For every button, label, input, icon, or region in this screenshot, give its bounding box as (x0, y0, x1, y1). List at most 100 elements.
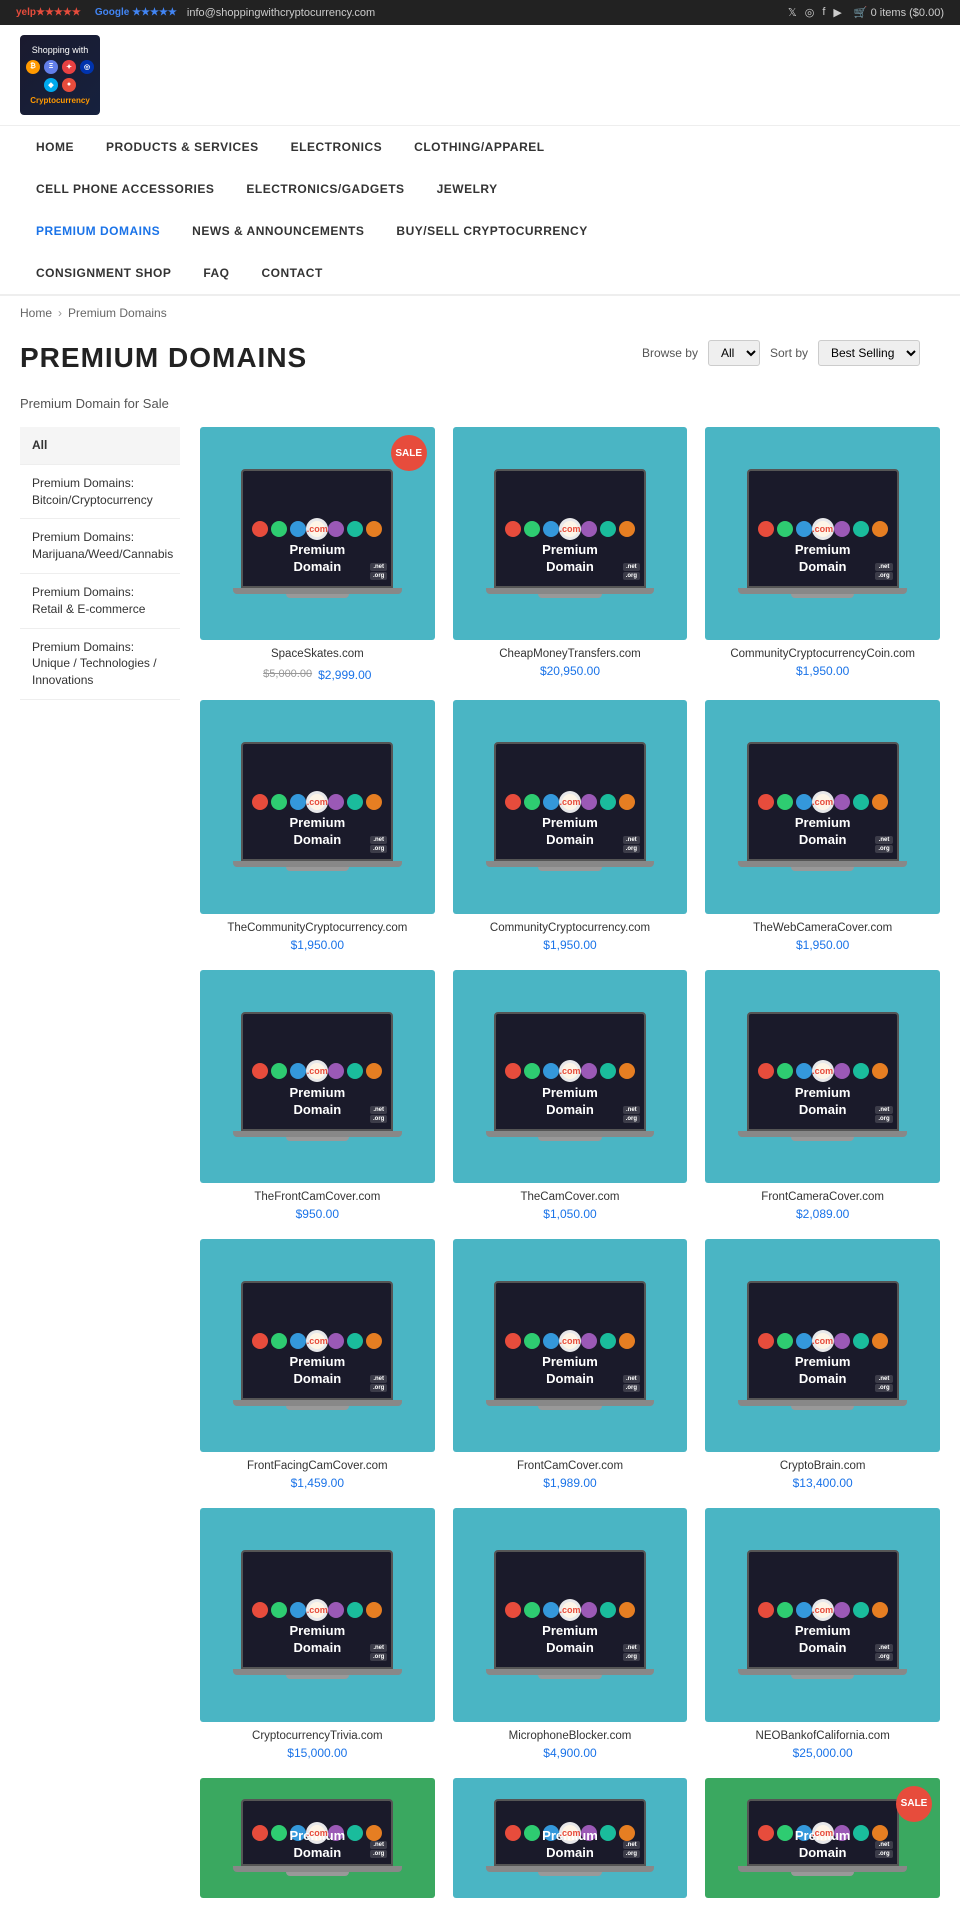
page-title: PREMIUM DOMAINS (20, 342, 307, 374)
site-logo[interactable]: Shopping with ₿ Ξ ✦ ◎ ◆ ● Cryptocurrency (20, 35, 100, 115)
product-grid: SALE .com .net .org PremiumDomain SpaceS… (200, 427, 940, 1898)
nav-products[interactable]: PRODUCTS & SERVICES (90, 126, 275, 168)
nav-cell-phone[interactable]: CELL PHONE ACCESSORIES (20, 168, 230, 210)
sidebar-item-marijuana[interactable]: Premium Domains: Marijuana/Weed/Cannabis (20, 519, 180, 574)
top-bar-right: 𝕏 ◎ f ▶ 🛒 0 items ($0.00) (788, 6, 944, 19)
circle-2 (290, 1063, 306, 1079)
circle-6 (366, 1063, 382, 1079)
sidebar-item-bitcoin[interactable]: Premium Domains: Bitcoin/Cryptocurrency (20, 465, 180, 520)
laptop-illustration: .com .net .org PremiumDomain (212, 1519, 423, 1711)
product-name: FrontCamCover.com (453, 1460, 688, 1472)
nav-electronics-gadgets[interactable]: ELECTRONICS/GADGETS (230, 168, 420, 210)
sidebar-item-retail[interactable]: Premium Domains: Retail & E-commerce (20, 574, 180, 629)
product-price: $950.00 (200, 1207, 435, 1221)
product-card[interactable]: .com .net .org PremiumDomain CommunityCr… (705, 427, 940, 682)
product-name: FrontCameraCover.com (705, 1191, 940, 1203)
facebook-icon[interactable]: f (822, 6, 825, 19)
laptop-illustration: .com .net .org PremiumDomain (464, 711, 675, 903)
product-card[interactable]: .com .net .org PremiumDomain FrontFacing… (200, 1239, 435, 1490)
sort-by-select[interactable]: Best Selling (818, 340, 920, 366)
laptop-stand (286, 1872, 349, 1876)
product-image: SALE .com .net .org PremiumDomain (200, 427, 435, 640)
circle-6 (619, 521, 635, 537)
circle-1 (777, 1063, 793, 1079)
breadcrumb-home[interactable]: Home (20, 306, 52, 320)
product-card[interactable]: .com .net .org PremiumDomain TheCamCover… (453, 970, 688, 1221)
laptop-stand (791, 867, 854, 871)
circle-1 (524, 1333, 540, 1349)
screen-com-badge: .com (559, 1060, 581, 1082)
circle-4 (328, 521, 344, 537)
product-card[interactable]: .com .net .org PremiumDomain CheapMoneyT… (453, 427, 688, 682)
circle-2 (543, 794, 559, 810)
instagram-icon[interactable]: ◎ (805, 6, 815, 19)
product-name: MicrophoneBlocker.com (453, 1730, 688, 1742)
sidebar-item-all[interactable]: All (20, 427, 180, 465)
nav-electronics[interactable]: ELECTRONICS (275, 126, 399, 168)
laptop-illustration: .com .net .org PremiumDomain (717, 1519, 928, 1711)
product-card[interactable]: .com .net .org PremiumDomain TheFrontCam… (200, 970, 435, 1221)
product-price: $1,950.00 (705, 664, 940, 678)
circle-4 (328, 1063, 344, 1079)
cart-info[interactable]: 🛒 0 items ($0.00) (854, 6, 944, 19)
product-name: CheapMoneyTransfers.com (453, 648, 688, 660)
circle-4 (328, 794, 344, 810)
circle-5 (347, 1333, 363, 1349)
laptop-illustration: .com .net .org PremiumDomain (212, 1784, 423, 1892)
circle-4 (581, 1333, 597, 1349)
product-card[interactable]: SALE .com .net .org PremiumDomain (705, 1778, 940, 1898)
product-card[interactable]: .com .net .org PremiumDomain (453, 1778, 688, 1898)
nav-contact[interactable]: CONTACT (246, 252, 339, 294)
product-card[interactable]: .com .net .org PremiumDomain TheWebCamer… (705, 700, 940, 951)
sort-by-label: Sort by (770, 346, 808, 360)
screen-com-badge: .com (812, 1599, 834, 1621)
logo-text-bottom: Cryptocurrency (30, 96, 90, 105)
nav-jewelry[interactable]: JEWELRY (421, 168, 514, 210)
circle-4 (834, 1602, 850, 1618)
logo-area[interactable]: Shopping with ₿ Ξ ✦ ◎ ◆ ● Cryptocurrency (20, 35, 100, 115)
main-layout: All Premium Domains: Bitcoin/Cryptocurre… (0, 427, 960, 1918)
logo-icons: ₿ Ξ ✦ ◎ ◆ ● (20, 60, 100, 92)
nav-premium-domains[interactable]: PREMIUM DOMAINS (20, 210, 176, 252)
nav-news[interactable]: NEWS & ANNOUNCEMENTS (176, 210, 380, 252)
sale-badge: SALE (391, 435, 427, 471)
product-card[interactable]: SALE .com .net .org PremiumDomain SpaceS… (200, 427, 435, 682)
product-card[interactable]: .com .net .org PremiumDomain Cryptocurre… (200, 1508, 435, 1759)
product-name: TheCommunityCryptocurrency.com (200, 922, 435, 934)
nav-buy-sell-crypto[interactable]: BUY/SELL CRYPTOCURRENCY (380, 210, 603, 252)
circle-1 (524, 1602, 540, 1618)
product-card[interactable]: .com .net .org PremiumDomain CommunityCr… (453, 700, 688, 951)
circle-5 (600, 1602, 616, 1618)
product-card[interactable]: .com .net .org PremiumDomain NEOBankofCa… (705, 1508, 940, 1759)
circle-6 (872, 1333, 888, 1349)
nav-consignment[interactable]: CONSIGNMENT SHOP (20, 252, 187, 294)
product-card[interactable]: .com .net .org PremiumDomain (200, 1778, 435, 1898)
twitter-icon[interactable]: 𝕏 (788, 6, 797, 19)
product-price: $1,950.00 (705, 938, 940, 952)
browse-by-select[interactable]: All (708, 340, 760, 366)
product-card[interactable]: .com .net .org PremiumDomain FrontCamCov… (453, 1239, 688, 1490)
social-icons[interactable]: 𝕏 ◎ f ▶ (788, 6, 842, 19)
sidebar-item-unique[interactable]: Premium Domains: Unique / Technologies /… (20, 629, 180, 700)
laptop-illustration: .com .net .org PremiumDomain (212, 438, 423, 630)
circle-6 (872, 521, 888, 537)
product-image: .com .net .org PremiumDomain (705, 970, 940, 1183)
product-card[interactable]: .com .net .org PremiumDomain TheCommunit… (200, 700, 435, 951)
circle-6 (619, 1602, 635, 1618)
laptop-stand (538, 1406, 601, 1410)
circle-4 (581, 521, 597, 537)
nav-clothing[interactable]: CLOTHING/APPAREL (398, 126, 560, 168)
youtube-icon[interactable]: ▶ (833, 6, 841, 19)
screen-com-badge: .com (559, 791, 581, 813)
product-card[interactable]: .com .net .org PremiumDomain MicrophoneB… (453, 1508, 688, 1759)
nav-home[interactable]: HOME (20, 126, 90, 168)
product-card[interactable]: .com .net .org PremiumDomain CryptoBrain… (705, 1239, 940, 1490)
nav-faq[interactable]: FAQ (187, 252, 245, 294)
product-card[interactable]: .com .net .org PremiumDomain FrontCamera… (705, 970, 940, 1221)
circle-0 (252, 521, 268, 537)
product-image: .com .net .org PremiumDomain (705, 700, 940, 913)
circle-5 (853, 1063, 869, 1079)
screen-com-badge: .com (812, 1060, 834, 1082)
screen-com-badge: .com (559, 1599, 581, 1621)
laptop-base (233, 1131, 402, 1137)
